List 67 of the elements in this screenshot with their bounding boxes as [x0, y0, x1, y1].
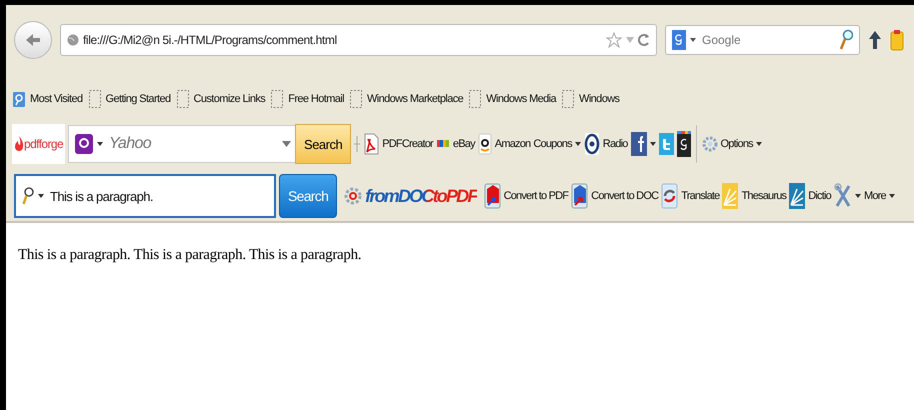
- caret-icon[interactable]: [888, 194, 895, 198]
- dashed-page-icon: [88, 89, 102, 109]
- sunburst-icon: [722, 183, 738, 209]
- facebook-icon: [630, 132, 647, 156]
- book-rays-icon: [789, 183, 806, 209]
- search-icon: [22, 186, 34, 206]
- search-field[interactable]: Google: [665, 25, 860, 55]
- caret-icon[interactable]: [756, 142, 762, 146]
- search-icon: [839, 29, 853, 51]
- search-button[interactable]: Search: [295, 124, 352, 164]
- toolbar-button[interactable]: Coupons: [533, 138, 581, 150]
- bookmark-link[interactable]: Most Visited: [12, 90, 83, 108]
- toolbar-button[interactable]: Radio: [584, 132, 628, 156]
- left-arrow-icon: [25, 33, 41, 47]
- g-plus-icon: [676, 131, 691, 157]
- toolbar-button[interactable]: Convert to DOC: [571, 183, 658, 209]
- pdfforge-logo: pdfforge: [12, 124, 66, 164]
- globe-icon: [67, 34, 79, 46]
- caret-icon[interactable]: [854, 194, 861, 198]
- dropdown-triangle-icon: [282, 140, 292, 148]
- toolbar-button[interactable]: Convert to PDF: [484, 183, 568, 209]
- tools-icon: [834, 183, 852, 209]
- radio-target-icon: [584, 132, 600, 156]
- toolbar-button[interactable]: eBay: [436, 136, 475, 152]
- icon-button[interactable]: [630, 132, 656, 156]
- toolbar-button[interactable]: PDFCreator: [363, 133, 433, 155]
- flame-icon: [14, 135, 24, 153]
- dashed-page-icon: [561, 89, 576, 109]
- dashed-page-icon: [270, 89, 284, 109]
- back-button[interactable]: [14, 21, 52, 59]
- reload-icon: [638, 33, 650, 47]
- search-input[interactable]: Google: [700, 32, 835, 48]
- paragraph: This is a paragraph. This is a paragraph. This is a paragraph.: [18, 247, 362, 264]
- toolbar-button[interactable]: Dictio: [789, 183, 831, 209]
- dashed-page-icon: [348, 89, 363, 109]
- dashed-page-icon: [468, 89, 482, 109]
- search-input[interactable]: This is a paragraph.: [48, 188, 268, 204]
- dropdown-triangle-icon: [626, 36, 634, 44]
- bookmark-link[interactable]: Windows Media: [468, 89, 556, 109]
- address-bar[interactable]: file:///G:/Mi2@n 5i.-/HTML/Programs/comment.html: [60, 24, 657, 56]
- toolbar-button[interactable]: Amazon: [478, 133, 530, 155]
- grip-icon: [354, 135, 360, 153]
- bookmark-link[interactable]: Customize Links: [176, 89, 266, 109]
- home-arrow-icon: [868, 30, 882, 50]
- caret-icon[interactable]: [574, 142, 581, 146]
- g-logo-icon: [672, 30, 686, 50]
- bird-icon: [658, 133, 674, 155]
- bookmark-link[interactable]: Windows: [561, 89, 620, 109]
- toolbar-button[interactable]: Translate: [661, 183, 720, 209]
- bookmark-link[interactable]: Free Hotmail: [270, 89, 344, 109]
- toolbar-button[interactable]: More: [864, 190, 895, 202]
- pdf-document-icon: [363, 133, 380, 155]
- circular-arrows-icon: [661, 183, 678, 209]
- star-icon: [606, 32, 622, 48]
- clipboard-icon: [890, 29, 904, 51]
- search-input[interactable]: Yahoo: [107, 134, 278, 154]
- dashed-page-icon: [176, 89, 190, 109]
- url-text: file:///G:/Mi2@n 5i.-/HTML/Programs/comment.html: [83, 33, 338, 47]
- folder-search-icon: [12, 90, 26, 108]
- gear-icon: [702, 136, 718, 152]
- toolbar-button[interactable]: Thesaurus: [722, 183, 786, 209]
- search-field[interactable]: This is a paragraph.: [14, 174, 276, 218]
- toolbar-button[interactable]: Options: [702, 136, 762, 152]
- search-button[interactable]: Search: [279, 174, 338, 218]
- bookmark-link[interactable]: Getting Started: [88, 89, 171, 109]
- icon-button[interactable]: [676, 131, 691, 157]
- bookmark-link[interactable]: Windows Marketplace: [348, 89, 464, 109]
